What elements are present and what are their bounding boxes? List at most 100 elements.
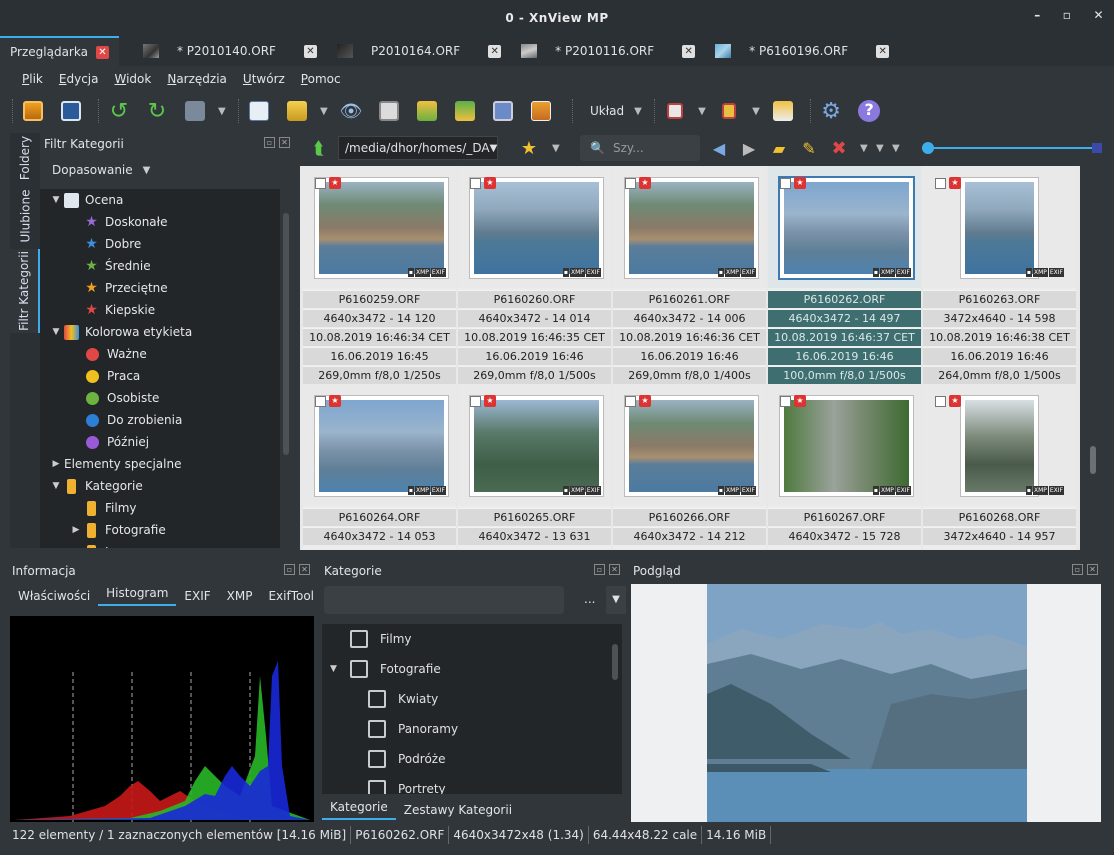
thumbnail-size-slider[interactable] <box>922 142 1102 154</box>
float-icon[interactable]: ▫ <box>284 564 295 575</box>
chevron-down-icon[interactable]: ▼ <box>330 664 350 674</box>
filter-tree-item[interactable]: Później <box>40 431 280 453</box>
chevron-down-icon[interactable]: ▼ <box>490 143 498 154</box>
tab-image[interactable]: P2010164.ORF ✕ <box>327 36 511 66</box>
select-checkbox[interactable] <box>470 396 481 407</box>
filter-tree-item[interactable]: Osobiste <box>40 387 280 409</box>
tab-properties[interactable]: Właściwości <box>10 589 98 603</box>
transform-icon[interactable] <box>180 96 210 126</box>
menu-edycja[interactable]: Edycja <box>51 72 107 86</box>
rotate-right-icon[interactable]: ↻ <box>142 96 172 126</box>
category-item[interactable]: Kwiaty <box>322 684 622 714</box>
select-checkbox[interactable] <box>470 178 481 189</box>
fullscreen-icon[interactable] <box>56 96 86 126</box>
gear-icon[interactable]: ⚙ <box>816 96 846 126</box>
tab-categories[interactable]: Kategorie <box>322 800 396 820</box>
filter-tree-item[interactable]: ★ Dobre <box>40 233 280 255</box>
menu-widok[interactable]: Widok <box>106 72 159 86</box>
rating-icon[interactable] <box>660 96 690 126</box>
tab-exif[interactable]: EXIF <box>176 589 218 603</box>
category-item[interactable]: Podróże <box>322 744 622 774</box>
tab-browser[interactable]: Przeglądarka ✕ <box>0 36 119 66</box>
category-checkbox[interactable] <box>368 750 386 768</box>
forward-icon[interactable]: ▶ <box>734 133 764 163</box>
tab-image[interactable]: * P6160196.ORF ✕ <box>705 36 899 66</box>
select-checkbox[interactable] <box>625 396 636 407</box>
category-checkbox[interactable] <box>368 720 386 738</box>
maximize-button[interactable]: ▫ <box>1063 8 1072 22</box>
chevron-down-icon[interactable]: ▼ <box>48 481 64 491</box>
category-checkbox[interactable] <box>368 780 386 794</box>
close-icon[interactable]: ✕ <box>609 564 620 575</box>
menu-pomoc[interactable]: Pomoc <box>293 72 349 86</box>
up-folder-icon[interactable]: ⮬ <box>304 133 334 163</box>
select-checkbox[interactable] <box>625 178 636 189</box>
more-button[interactable]: ... <box>584 592 595 606</box>
slider-handle[interactable] <box>922 142 934 154</box>
scrollbar[interactable] <box>612 644 618 680</box>
slideshow-icon[interactable] <box>526 96 556 126</box>
browser-icon[interactable] <box>18 96 48 126</box>
filter-tree-item[interactable]: ▼ Kategorie <box>40 475 280 497</box>
category-item[interactable]: Portrety <box>322 774 622 794</box>
close-icon[interactable]: ✕ <box>95 45 109 59</box>
star-icon[interactable]: ★ <box>514 133 544 163</box>
print-icon[interactable] <box>374 96 404 126</box>
close-icon[interactable]: ✕ <box>876 44 890 58</box>
category-checkbox[interactable] <box>350 660 368 678</box>
filter-tree-item[interactable]: ★ Średnie <box>40 255 280 277</box>
chevron-down-icon[interactable]: ▼ <box>218 106 228 117</box>
filter-tree-item[interactable]: ▼ Kolorowa etykieta <box>40 321 280 343</box>
thumbnail-cell[interactable]: ★ ▪ XMP EXIF P6160268.ORF 3472x4640 - 14 957 <box>923 384 1076 550</box>
close-icon[interactable]: ✕ <box>1087 564 1098 575</box>
float-icon[interactable]: ▫ <box>594 564 605 575</box>
chevron-down-icon[interactable]: ▼ <box>634 106 644 117</box>
tab-histogram[interactable]: Histogram <box>98 586 177 606</box>
chevron-down-icon[interactable]: ▼ <box>860 143 870 154</box>
chevron-down-icon[interactable]: ▼ <box>606 586 626 614</box>
category-item[interactable]: Panoramy <box>322 714 622 744</box>
filter-tree-item[interactable]: ★ Kiepskie <box>40 299 280 321</box>
side-tab-folders[interactable]: Foldery <box>10 133 40 183</box>
category-checkbox[interactable] <box>368 690 386 708</box>
close-button[interactable]: ✕ <box>1093 8 1104 22</box>
capture-icon[interactable] <box>488 96 518 126</box>
thumbnail-cell[interactable]: ★ ▪ XMP EXIF P6160266.ORF 4640x3472 - 14 212 <box>613 384 766 550</box>
tab-image[interactable]: * P2010140.ORF ✕ <box>133 36 327 66</box>
match-mode-dropdown[interactable]: Dopasowanie ▼ <box>40 155 296 185</box>
chevron-right-icon[interactable]: ▶ <box>48 459 64 469</box>
thumbnail-cell[interactable]: ★ ▪ XMP EXIF P6160259.ORF 4640x3472 - 14 120 1… <box>303 166 456 400</box>
filter-tree-item[interactable]: ▶ Fotografie <box>40 519 280 541</box>
select-checkbox[interactable] <box>315 178 326 189</box>
close-icon[interactable]: ✕ <box>303 44 317 58</box>
minimize-button[interactable]: – <box>1034 8 1041 22</box>
select-checkbox[interactable] <box>315 396 326 407</box>
open-with-icon[interactable] <box>282 96 312 126</box>
thumbnail-cell[interactable]: ★ ▪ XMP EXIF P6160264.ORF 4640x3472 - 14 053 <box>303 384 456 550</box>
side-tab-favorites[interactable]: Ulubione <box>10 188 40 244</box>
chevron-right-icon[interactable]: ▶ <box>68 525 84 535</box>
tab-xmp[interactable]: XMP <box>219 589 261 603</box>
delete-icon[interactable]: ✖ <box>824 133 854 163</box>
close-icon[interactable]: ✕ <box>299 564 310 575</box>
help-icon[interactable]: ? <box>854 96 884 126</box>
select-checkbox[interactable] <box>780 396 791 407</box>
filter-tree-item[interactable]: ▶ Elementy specjalne <box>40 453 280 475</box>
grid-scrollbar[interactable] <box>1080 166 1104 550</box>
filter-tree-item[interactable]: ▼ Ocena <box>40 189 280 211</box>
category-item[interactable]: ▼ Fotografie <box>322 654 622 684</box>
chevron-down-icon[interactable]: ▼ <box>698 106 708 117</box>
filter-tree-item[interactable]: ★ Przeciętne <box>40 277 280 299</box>
tab-image[interactable]: * P2010116.ORF ✕ <box>511 36 705 66</box>
convert-icon[interactable] <box>412 96 442 126</box>
filter-tree-item[interactable]: Ważne <box>40 343 280 365</box>
category-checkbox[interactable] <box>350 630 368 648</box>
close-icon[interactable]: ✕ <box>488 44 502 58</box>
category-icon[interactable] <box>714 96 744 126</box>
edit-icon[interactable]: ✎ <box>794 133 824 163</box>
thumbnail-cell[interactable]: ★ ▪ XMP EXIF P6160263.ORF 3472x4640 - 14 598 1… <box>923 166 1076 400</box>
filter-tree-item[interactable]: Filmy <box>40 497 280 519</box>
batch-icon[interactable] <box>450 96 480 126</box>
chevron-down-icon[interactable]: ▼ <box>552 143 562 154</box>
thumbnail-cell[interactable]: ★ ▪ XMP EXIF P6160262.ORF 4640x3472 - 14 497 1… <box>768 166 921 400</box>
